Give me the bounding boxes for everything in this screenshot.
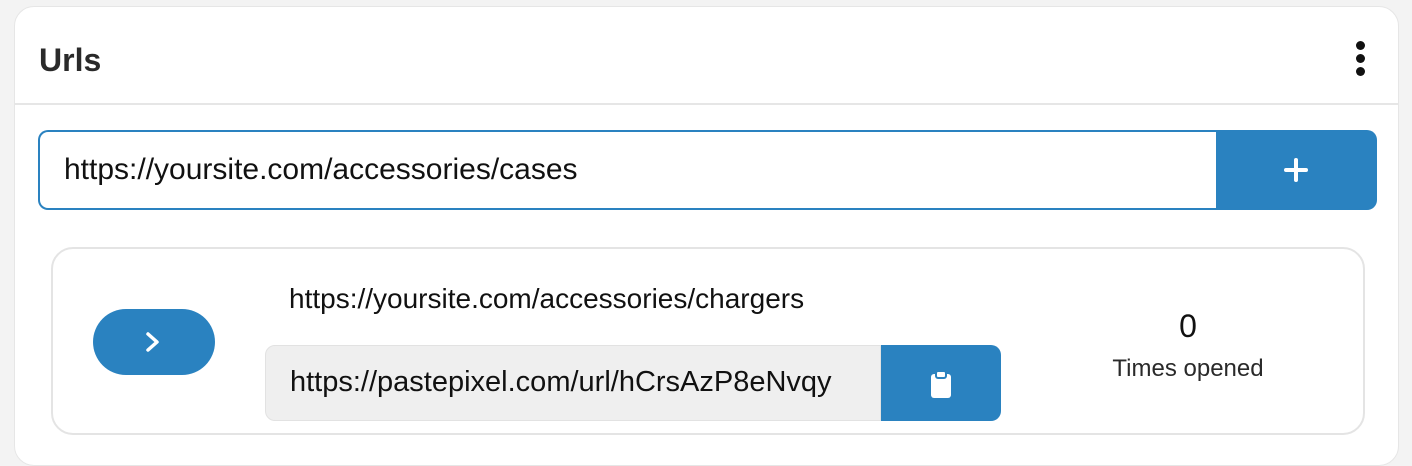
- url-input-wrapper: [38, 130, 1218, 210]
- open-url-button[interactable]: [93, 309, 215, 375]
- copy-short-url-button[interactable]: [881, 345, 1001, 421]
- short-url-field[interactable]: https://pastepixel.com/url/hCrsAzP8eNvqy: [265, 345, 881, 421]
- times-opened-count: 0: [1179, 308, 1197, 344]
- urls-card: Urls https://yoursite.com/accessories/ch…: [14, 6, 1399, 466]
- card-header: Urls: [15, 7, 1398, 105]
- clipboard-icon: [931, 370, 951, 398]
- url-list-item: https://yoursite.com/accessories/charger…: [51, 247, 1365, 435]
- times-opened-label: Times opened: [1112, 355, 1264, 382]
- original-url: https://yoursite.com/accessories/charger…: [289, 283, 805, 314]
- chevron-right-icon: [146, 332, 159, 352]
- short-url-text: https://pastepixel.com/url/hCrsAzP8eNvqy: [290, 366, 832, 398]
- times-opened-stat: 0 Times opened: [1093, 307, 1283, 383]
- page-title: Urls: [39, 42, 102, 78]
- plus-icon: [1284, 158, 1308, 182]
- url-input[interactable]: [64, 132, 1204, 208]
- more-vertical-icon[interactable]: [1351, 41, 1371, 76]
- add-url-button[interactable]: [1216, 130, 1377, 210]
